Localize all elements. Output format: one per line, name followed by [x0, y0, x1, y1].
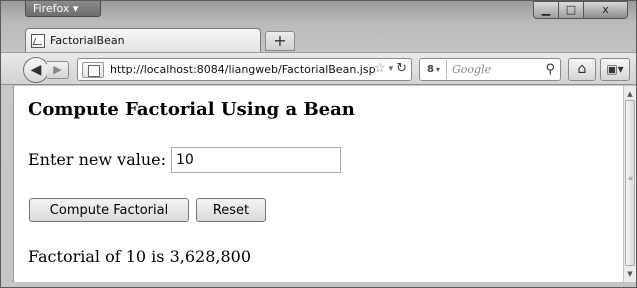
new-tab-button[interactable]: + — [265, 31, 295, 51]
magnifier-icon[interactable]: ⚲ — [545, 62, 555, 77]
window-controls: ▁ □ x — [533, 1, 628, 19]
star-icon[interactable]: ☆ — [374, 61, 386, 76]
forward-arrow-icon[interactable]: ▶ — [47, 61, 69, 79]
close-button[interactable]: x — [584, 1, 628, 19]
url-actions: ☆ ▾ ↻ — [374, 61, 407, 76]
reset-button[interactable]: Reset — [196, 198, 266, 222]
minimize-button[interactable]: ▁ — [533, 1, 559, 19]
firefox-menu-button[interactable]: Firefox ▾ — [25, 1, 101, 17]
search-bar[interactable]: 8 ▾ Google ⚲ — [419, 58, 561, 81]
value-input[interactable] — [171, 147, 341, 173]
scroll-up-icon[interactable]: ▲ — [624, 88, 636, 100]
address-bar[interactable]: http://localhost:8084/liangweb/Factorial… — [77, 58, 412, 81]
site-icon[interactable] — [82, 61, 104, 78]
engine-dropdown-icon: ▾ — [435, 65, 440, 74]
grip-icon: ≡ — [628, 175, 634, 182]
compute-factorial-button[interactable]: Compute Factorial — [29, 198, 189, 222]
maximize-button[interactable]: □ — [559, 1, 584, 19]
value-label: Enter new value: — [28, 150, 167, 169]
url-text[interactable]: http://localhost:8084/liangweb/Factorial… — [110, 63, 376, 76]
page-content: Compute Factorial Using a Bean Enter new… — [13, 86, 623, 282]
history-dropdown-icon[interactable]: ▾ — [389, 64, 394, 74]
tab-factorialbean[interactable]: FactorialBean — [25, 28, 261, 52]
addon-icon[interactable]: ▣▾ — [600, 58, 630, 81]
reload-icon[interactable]: ↻ — [396, 61, 407, 76]
search-input[interactable]: Google — [452, 63, 545, 76]
scroll-down-icon[interactable]: ▼ — [624, 268, 636, 280]
navigation-toolbar: ◀ ▶ http://localhost:8084/liangweb/Facto… — [1, 52, 636, 85]
scroll-thumb[interactable]: ≡ — [625, 100, 635, 266]
search-engine-icon[interactable]: 8 ▾ — [421, 60, 447, 79]
tab-title: FactorialBean — [50, 34, 125, 47]
home-icon[interactable]: ⌂ — [568, 58, 596, 81]
page-title: Compute Factorial Using a Bean — [28, 99, 355, 120]
browser-window: Firefox ▾ ▁ □ x FactorialBean + ◀ ▶ http… — [0, 0, 637, 288]
page-favicon-icon — [31, 33, 45, 48]
back-arrow-icon[interactable]: ◀ — [23, 57, 49, 83]
vertical-scrollbar[interactable]: ▲ ≡ ▼ — [623, 86, 636, 282]
result-text: Factorial of 10 is 3,628,800 — [28, 247, 252, 266]
